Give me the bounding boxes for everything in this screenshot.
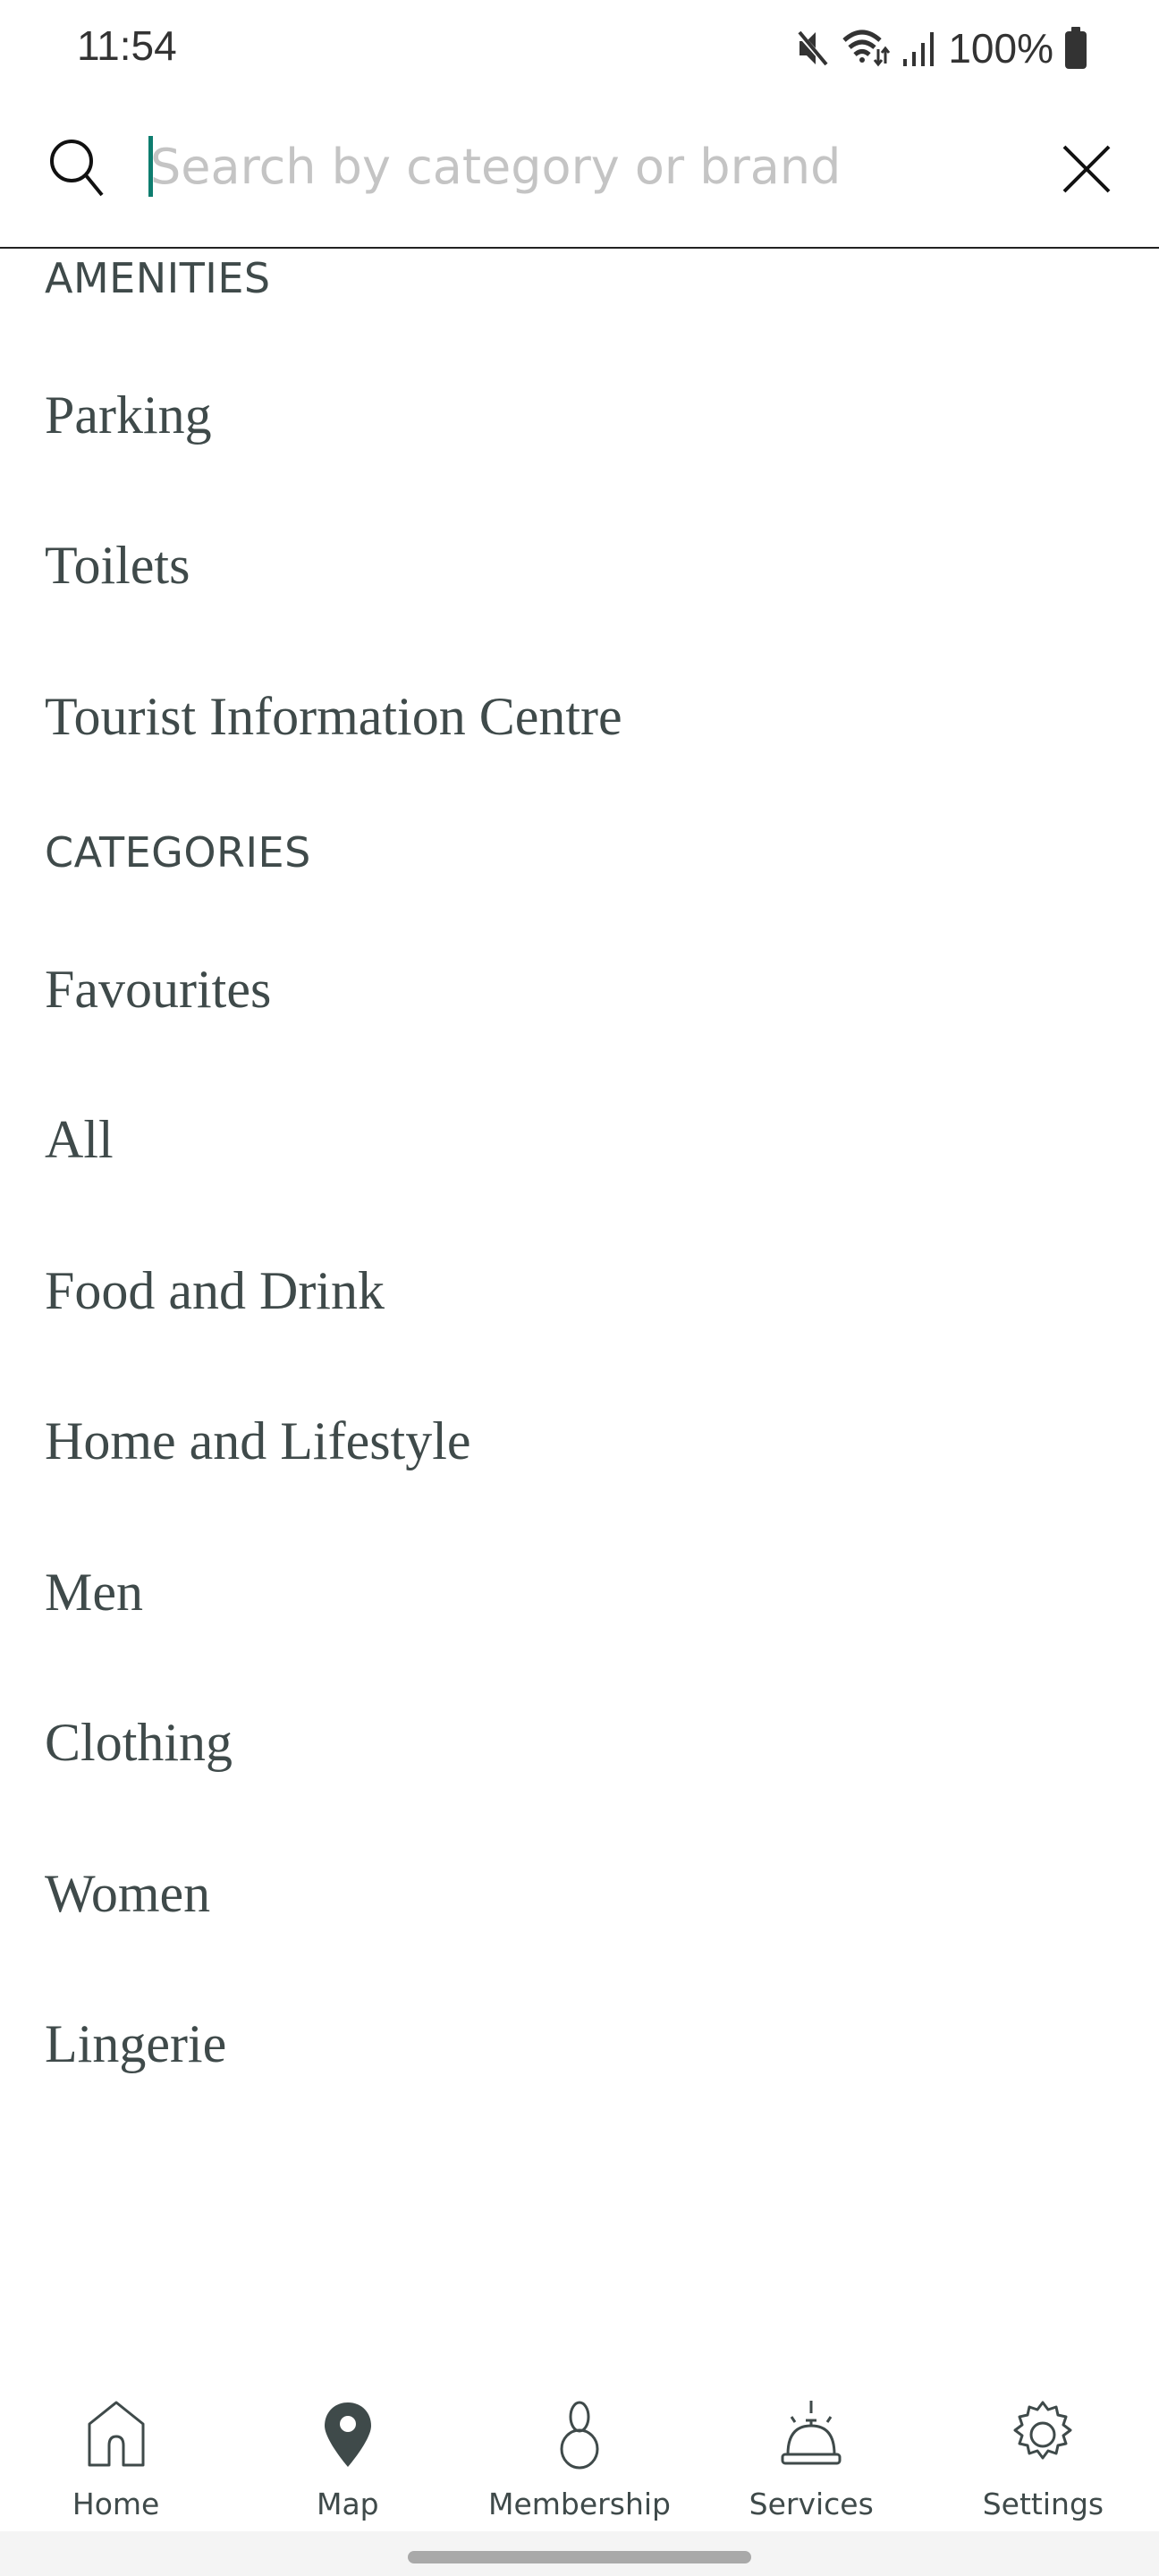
status-bar: 11:54 100% bbox=[0, 0, 1159, 98]
list-item-home-and-lifestyle[interactable]: Home and Lifestyle bbox=[0, 1375, 1159, 1509]
nav-label: Membership bbox=[488, 2487, 671, 2521]
nav-label: Settings bbox=[982, 2487, 1104, 2521]
wifi-icon bbox=[842, 30, 891, 67]
home-gesture-handle[interactable] bbox=[408, 2551, 751, 2563]
nav-item-map[interactable]: Map bbox=[232, 2379, 463, 2531]
search-bar bbox=[0, 98, 1159, 249]
search-input[interactable] bbox=[150, 131, 1027, 202]
list-item-label: Men bbox=[45, 1563, 143, 1622]
list-item-women[interactable]: Women bbox=[0, 1827, 1159, 1962]
list-item-men[interactable]: Men bbox=[0, 1526, 1159, 1660]
list-item-label: Parking bbox=[45, 386, 212, 445]
nav-item-membership[interactable]: Membership bbox=[463, 2379, 695, 2531]
list-item-parking[interactable]: Parking bbox=[0, 349, 1159, 483]
battery-percent: 100% bbox=[948, 25, 1053, 72]
list-item-label: Favourites bbox=[45, 960, 272, 1019]
home-icon bbox=[88, 2401, 145, 2467]
status-time: 11:54 bbox=[77, 22, 177, 69]
list-item-label: Toilets bbox=[45, 536, 190, 595]
mute-icon bbox=[796, 30, 831, 68]
section-header-amenities: AMENITIES bbox=[45, 254, 271, 302]
list-item-clothing[interactable]: Clothing bbox=[0, 1676, 1159, 1810]
list-item-label: Tourist Information Centre bbox=[45, 687, 622, 746]
map-pin-icon bbox=[324, 2402, 371, 2467]
service-bell-icon bbox=[781, 2401, 842, 2465]
gear-icon bbox=[1013, 2401, 1072, 2460]
close-icon[interactable] bbox=[1055, 138, 1118, 200]
system-gesture-area bbox=[0, 2531, 1159, 2576]
nav-item-services[interactable]: Services bbox=[696, 2379, 927, 2531]
signal-icon bbox=[903, 32, 935, 66]
nav-label: Map bbox=[316, 2487, 379, 2521]
list-item-food-and-drink[interactable]: Food and Drink bbox=[0, 1224, 1159, 1359]
search-icon bbox=[50, 140, 104, 197]
status-icons: 100% bbox=[796, 21, 1087, 75]
list-item-favourites[interactable]: Favourites bbox=[0, 923, 1159, 1057]
battery-icon bbox=[1065, 27, 1087, 69]
list-item-label: Food and Drink bbox=[45, 1261, 385, 1320]
list-item-lingerie[interactable]: Lingerie bbox=[0, 1978, 1159, 2112]
list-item-label: Clothing bbox=[45, 1713, 233, 1772]
list-item-label: Lingerie bbox=[45, 2014, 227, 2073]
nav-label: Services bbox=[749, 2487, 874, 2521]
list-item-label: Women bbox=[45, 1864, 211, 1923]
list-item-toilets[interactable]: Toilets bbox=[0, 499, 1159, 633]
person-icon bbox=[560, 2401, 599, 2470]
list-item-all[interactable]: All bbox=[0, 1073, 1159, 1208]
list-item-tourist-information-centre[interactable]: Tourist Information Centre bbox=[0, 650, 1159, 784]
list-item-label: All bbox=[45, 1110, 114, 1169]
list-item-label: Home and Lifestyle bbox=[45, 1411, 471, 1470]
nav-item-home[interactable]: Home bbox=[0, 2379, 232, 2531]
section-header-categories: CATEGORIES bbox=[45, 828, 311, 877]
bottom-navigation: Home Map Membership Services Settings bbox=[0, 2379, 1159, 2531]
nav-label: Home bbox=[72, 2487, 160, 2521]
nav-item-settings[interactable]: Settings bbox=[927, 2379, 1159, 2531]
